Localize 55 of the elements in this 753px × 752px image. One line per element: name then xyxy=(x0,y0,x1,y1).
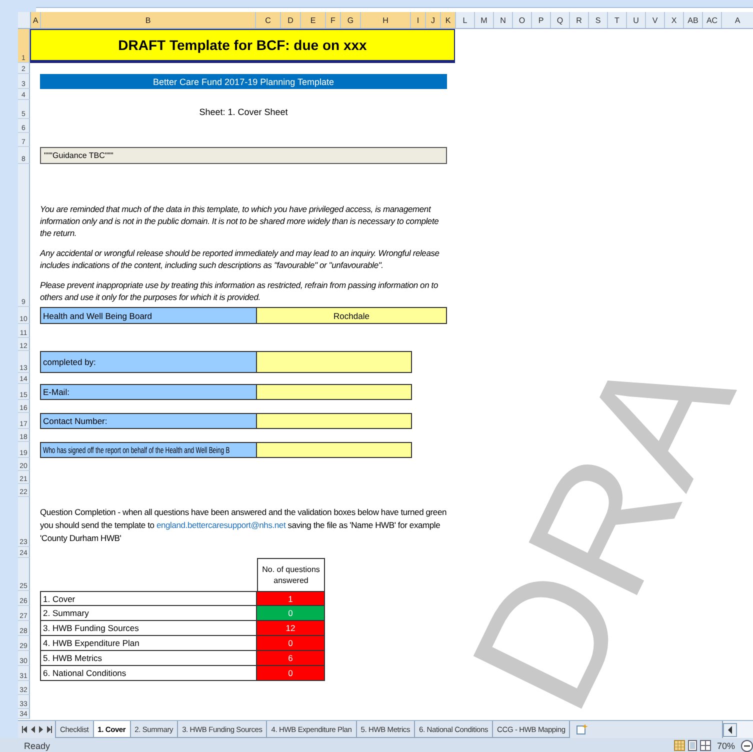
answered-count-cell: 0 xyxy=(257,606,325,621)
column-header[interactable]: R xyxy=(570,12,589,28)
sheet-name-cell: 6. National Conditions xyxy=(40,666,257,681)
sheet-title: DRAFT Template for BCF: due on xxx xyxy=(30,29,455,63)
column-header[interactable]: F xyxy=(326,12,341,28)
sheet-name-cell: 2. Summary xyxy=(40,606,257,621)
column-header[interactable]: L xyxy=(456,12,475,28)
column-header[interactable]: O xyxy=(513,12,532,28)
column-header[interactable]: S xyxy=(589,12,608,28)
template-banner: Better Care Fund 2017-19 Planning Template xyxy=(40,74,447,89)
column-header[interactable]: B xyxy=(41,12,256,28)
column-header[interactable]: A xyxy=(722,12,753,28)
column-header[interactable]: K xyxy=(441,12,456,28)
column-header[interactable]: A xyxy=(31,12,41,28)
sheet-name-cell: 5. HWB Metrics xyxy=(40,651,257,666)
sheet-heading: Sheet: 1. Cover Sheet xyxy=(198,106,289,119)
column-header[interactable]: N xyxy=(494,12,513,28)
sheet-name-cell: 1. Cover xyxy=(40,591,257,606)
notice-paragraph: Any accidental or wrongful release should be reported immediately and may lead to an inquiry. Wrongful release includes indications of the content, including such descriptions as "favourable" or "unfavourable". xyxy=(40,247,440,271)
field-label: completed by: xyxy=(40,351,257,373)
column-header[interactable]: AC xyxy=(703,12,722,28)
sheet-name-cell: 3. HWB Funding Sources xyxy=(40,621,257,636)
column-header[interactable]: T xyxy=(608,12,627,28)
answered-count-cell: 0 xyxy=(257,666,325,681)
column-header[interactable]: AB xyxy=(684,12,703,28)
column-header[interactable]: M xyxy=(475,12,494,28)
column-header[interactable]: H xyxy=(361,12,411,28)
column-header[interactable]: J xyxy=(426,12,441,28)
board-value[interactable]: Rochdale xyxy=(257,307,447,324)
sheet-name-cell: 4. HWB Expenditure Plan xyxy=(40,636,257,651)
column-header[interactable]: P xyxy=(532,12,551,28)
column-header[interactable]: C xyxy=(256,12,281,28)
column-header[interactable]: X xyxy=(665,12,684,28)
field-label: Contact Number: xyxy=(40,413,257,429)
answered-count-cell: 12 xyxy=(257,621,325,636)
field-label: E-Mail: xyxy=(40,384,257,400)
answered-count-cell: 1 xyxy=(257,591,325,606)
field-label: Who has signed off the report on behalf of the Health and Well Being B xyxy=(40,442,257,458)
column-header[interactable]: V xyxy=(646,12,665,28)
guidance-cell: """Guidance TBC""" xyxy=(40,147,447,164)
column-header[interactable]: I xyxy=(411,12,426,28)
column-header[interactable]: U xyxy=(627,12,646,28)
column-header[interactable]: E xyxy=(301,12,326,28)
status-text: Ready xyxy=(24,740,50,750)
notice-paragraph: Please prevent inappropriate use by treating this information as restricted, refrain from passing information on to others and use it only for the purposes for which it is provided. xyxy=(40,279,439,303)
answered-count-cell: 6 xyxy=(257,651,325,666)
column-header[interactable]: Q xyxy=(551,12,570,28)
completion-note: Question Completion - when all questions have been answered and the validation boxes below have turned green you should send the template to england.bettercaresupport@nhs.net saving the file as 'Name HWB' for example 'County Durham HWB' xyxy=(40,506,448,545)
zoom-level: 70% xyxy=(716,740,735,750)
column-header[interactable]: G xyxy=(341,12,361,28)
notice-paragraph: You are reminded that much of the data in this template, to which you have privileged access, is management information only and is not in the public domain. It is not to be shared more widely than is necessary to complete the return. xyxy=(40,203,440,239)
column-header[interactable]: D xyxy=(281,12,301,28)
board-label: Health and Well Being Board xyxy=(40,307,257,324)
email-link[interactable]: england.bettercaresupport@nhs.net xyxy=(156,520,286,530)
answered-count-cell: 0 xyxy=(257,636,325,651)
